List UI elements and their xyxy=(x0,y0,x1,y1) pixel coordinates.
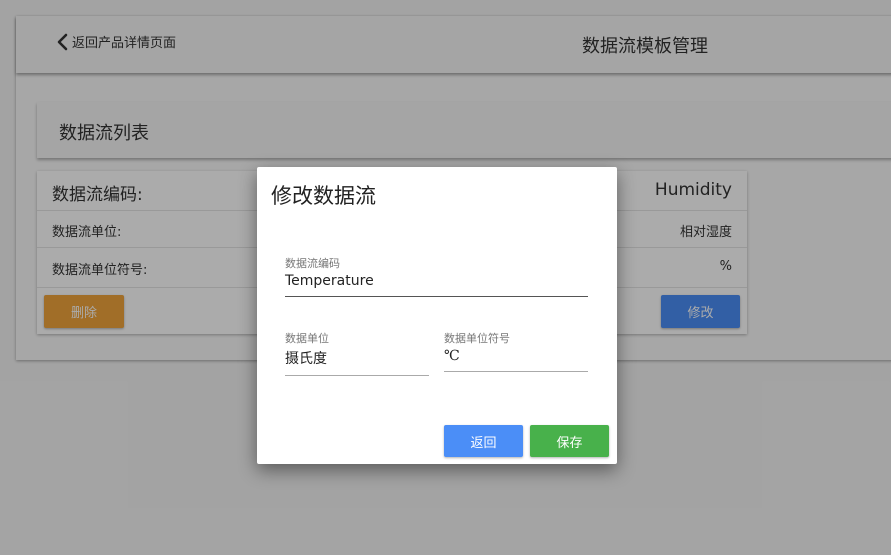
data-unit-label: 数据单位 xyxy=(285,332,329,345)
datastream-code-field[interactable]: 数据流编码 Temperature xyxy=(285,255,588,297)
datastream-code-label: 数据流编码 xyxy=(285,257,340,270)
unit-symbol-field[interactable]: 数据单位符号 ℃ xyxy=(444,330,588,372)
datastream-code-input[interactable]: Temperature xyxy=(285,273,588,297)
dialog-save-button[interactable]: 保存 xyxy=(530,425,609,457)
data-unit-input[interactable]: 摄氏度 xyxy=(285,348,429,376)
edit-datastream-dialog: 修改数据流 数据流编码 Temperature 数据单位 摄氏度 数据单位符号 … xyxy=(257,167,617,464)
data-unit-field[interactable]: 数据单位 摄氏度 xyxy=(285,330,429,376)
unit-symbol-label: 数据单位符号 xyxy=(444,332,510,345)
unit-symbol-input[interactable]: ℃ xyxy=(444,348,588,372)
dialog-back-button[interactable]: 返回 xyxy=(444,425,523,457)
dialog-title: 修改数据流 xyxy=(271,184,376,208)
